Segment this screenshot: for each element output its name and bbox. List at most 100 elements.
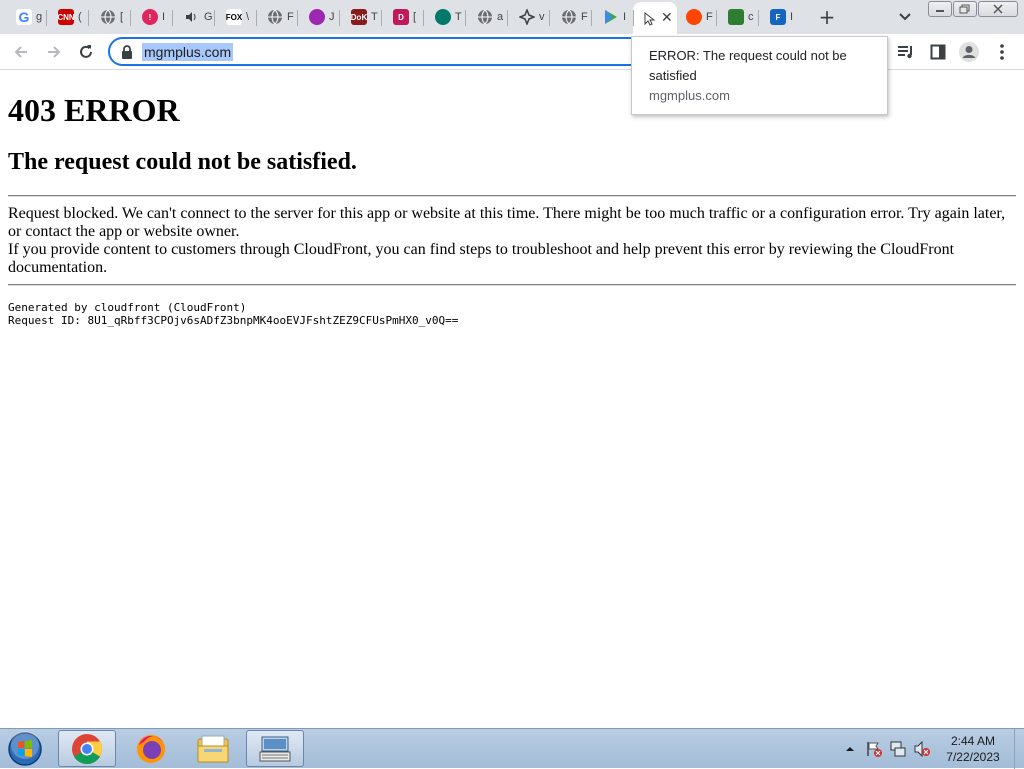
show-desktop-button[interactable] (1014, 729, 1024, 769)
chevron-down-icon (899, 13, 911, 21)
tab-title: I (790, 11, 794, 23)
close-icon (993, 4, 1003, 14)
browser-tab[interactable]: I (595, 4, 631, 30)
tab-title: ( (78, 11, 82, 23)
network-icon[interactable] (889, 740, 907, 758)
tab-title: I (162, 11, 166, 23)
back-button[interactable] (9, 40, 33, 64)
minimize-button[interactable] (928, 1, 952, 17)
tab-title: c (748, 11, 754, 23)
tab-title: [ (120, 11, 124, 23)
tab-separator (46, 10, 47, 26)
forward-button[interactable] (42, 40, 66, 64)
arrow-right-icon (48, 46, 61, 58)
puzzle-icon (519, 9, 535, 25)
tab-separator (381, 10, 382, 26)
google-icon: G (16, 9, 32, 25)
browser-tab[interactable]: D[ (385, 4, 421, 30)
tab-separator (172, 10, 173, 26)
tab-separator (214, 10, 215, 26)
browser-tab[interactable]: F (259, 4, 295, 30)
generated-by-text: Generated by cloudfront (CloudFront) (8, 301, 247, 314)
browser-tab[interactable]: F (553, 4, 589, 30)
browser-tab[interactable]: CNN( (50, 4, 86, 30)
restore-button[interactable] (953, 1, 977, 17)
taskbar-clock[interactable]: 2:44 AM 7/22/2023 (938, 733, 1008, 765)
clock-date: 7/22/2023 (946, 750, 1000, 764)
start-button[interactable] (6, 731, 44, 767)
tab-title: F (581, 11, 588, 23)
reload-button[interactable] (74, 40, 98, 64)
clock-time: 2:44 AM (950, 734, 996, 748)
chrome-icon (72, 733, 103, 764)
browser-tab[interactable]: DoK T (343, 4, 379, 30)
minimize-icon (936, 10, 944, 12)
media-queue-icon (898, 46, 912, 59)
page-content: 403 ERROR The request could not be satis… (8, 71, 1016, 327)
tab-search-button[interactable] (896, 8, 914, 26)
menu-button[interactable] (992, 42, 1012, 62)
action-center-flag-icon[interactable] (865, 740, 883, 758)
taskbar-onscreen-keyboard[interactable] (246, 730, 304, 767)
browser-tab[interactable]: ✕ (633, 2, 677, 34)
folder-icon (197, 735, 229, 762)
reload-icon (80, 45, 92, 58)
side-panel-button[interactable] (928, 42, 948, 62)
tab-title: F (287, 11, 294, 23)
speaker-icon (184, 9, 200, 25)
tab-separator (758, 10, 759, 26)
request-info: Generated by cloudfront (CloudFront) Req… (8, 301, 1016, 327)
taskbar-chrome[interactable] (58, 730, 116, 767)
error-subheading: The request could not be satisfied. (8, 149, 357, 175)
profile-button[interactable] (959, 42, 979, 62)
teal-circle-icon (435, 9, 451, 25)
tab-title: a (497, 11, 504, 23)
avatar-icon (959, 42, 979, 62)
tab-separator (297, 10, 298, 26)
tab-separator (88, 10, 89, 26)
new-tab-button[interactable]: + (816, 5, 838, 29)
reading-list-button[interactable] (896, 42, 916, 62)
divider (8, 195, 1016, 197)
close-tab-icon[interactable]: ✕ (661, 11, 673, 25)
close-window-button[interactable] (978, 1, 1018, 17)
browser-tab[interactable]: v (511, 4, 547, 30)
taskbar-firefox[interactable] (122, 730, 180, 767)
tab-title: J (329, 11, 335, 23)
tab-title: G (204, 11, 212, 23)
browser-tab[interactable]: FI (762, 4, 798, 30)
show-hidden-icons-icon[interactable] (845, 745, 855, 753)
browser-tab[interactable]: [ (92, 4, 128, 30)
side-panel-icon (930, 44, 946, 60)
f-icon: F (770, 9, 786, 25)
browser-tab[interactable]: FOX \ (218, 4, 254, 30)
browser-tab[interactable]: Gg (8, 4, 44, 30)
browser-tab[interactable]: J (301, 4, 337, 30)
tab-separator (465, 10, 466, 26)
url-text[interactable]: mgmplus.com (142, 42, 234, 61)
browser-tab[interactable]: T (427, 4, 463, 30)
taskbar-explorer[interactable] (184, 730, 242, 767)
volume-muted-icon[interactable] (913, 740, 931, 758)
globe-icon (561, 9, 577, 25)
tab-title: [ (413, 11, 417, 23)
browser-tab[interactable]: ! I (134, 4, 170, 30)
loading-icon (641, 10, 657, 26)
tab-separator (130, 10, 131, 26)
tab-separator (549, 10, 550, 26)
browser-tab[interactable]: a (469, 4, 505, 30)
system-tray (845, 729, 931, 769)
tab-title: T (371, 11, 378, 23)
browser-tab[interactable]: G (176, 4, 212, 30)
browser-tab[interactable]: c (720, 4, 756, 30)
tab-title: T (455, 11, 462, 23)
green-logo-icon (728, 9, 744, 25)
tab-title: I (623, 11, 627, 23)
windows-taskbar: 2:44 AM 7/22/2023 (0, 728, 1024, 769)
globe-icon (477, 9, 493, 25)
tab-separator (591, 10, 592, 26)
address-bar[interactable]: mgmplus.com (108, 37, 668, 66)
browser-tab[interactable]: F (678, 4, 714, 30)
cloudfront-help-text: If you provide content to customers thro… (8, 241, 955, 276)
error-message: Request blocked. We can't connect to the… (8, 205, 1016, 277)
